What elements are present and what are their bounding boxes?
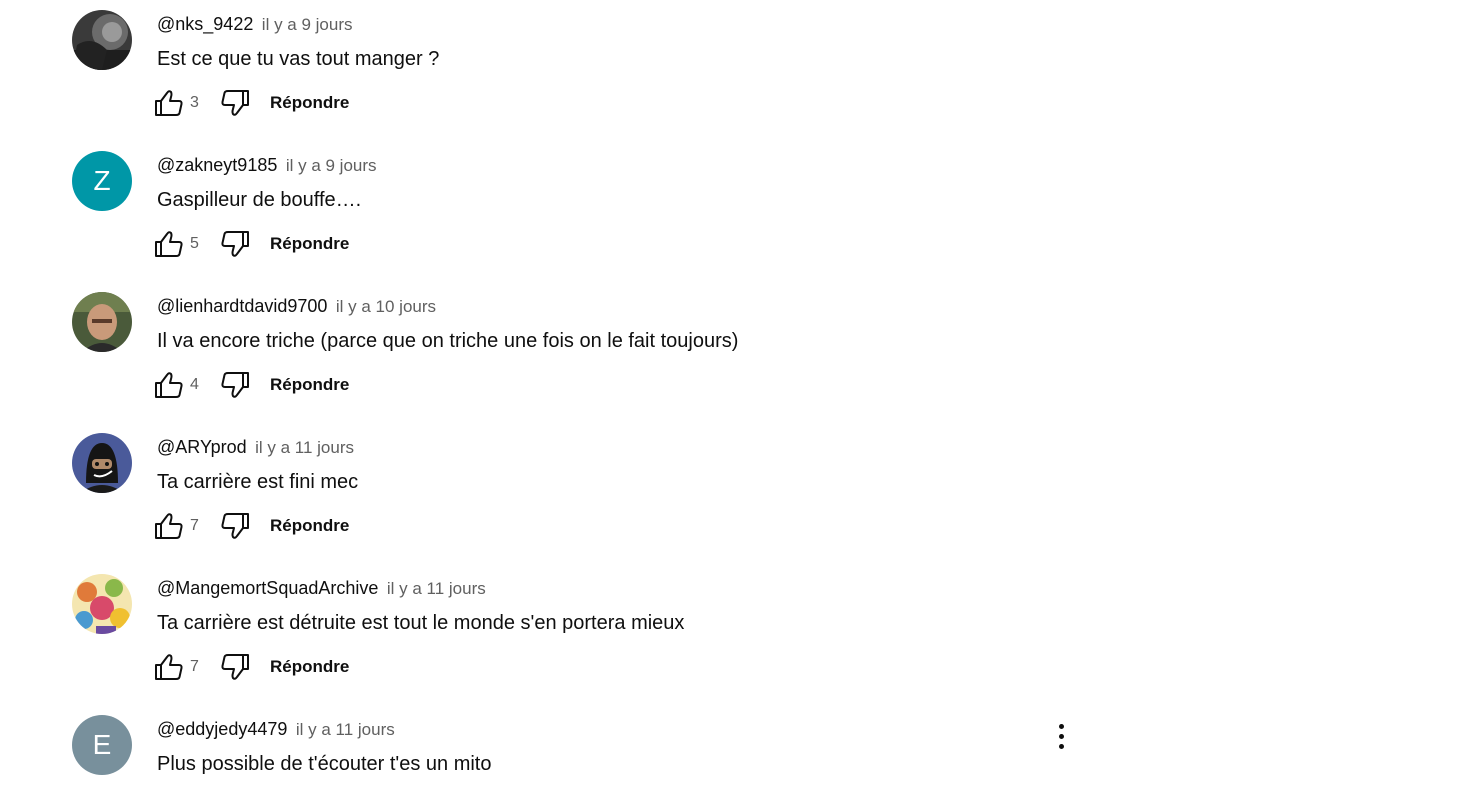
comment-time[interactable]: il y a 10 jours — [336, 297, 436, 316]
comment-actions: 4 Répondre — [152, 368, 349, 402]
comment-text: Il va encore triche (parce que on triche… — [157, 330, 739, 352]
thumbs-down-icon — [221, 90, 249, 116]
dislike-button[interactable] — [218, 227, 252, 261]
avatar-photo — [72, 574, 132, 634]
comment-text: Plus possible de t'écouter t'es un mito — [157, 753, 492, 775]
comment-text: Ta carrière est détruite est tout le mon… — [157, 612, 685, 634]
thumbs-up-icon — [155, 372, 183, 398]
comment-thread: E @eddyjedy4479 il y a 11 jours Plus pos… — [72, 705, 1092, 787]
thumbs-down-icon — [221, 513, 249, 539]
comment-thread: @lienhardtdavid9700 il y a 10 jours Il v… — [72, 282, 1092, 423]
author-name[interactable]: @eddyjedy4479 — [157, 719, 287, 739]
comment-actions: 7 Répondre — [152, 509, 349, 543]
comment-header: @nks_9422 il y a 9 jours — [157, 12, 353, 38]
reply-button[interactable]: Répondre — [270, 93, 349, 113]
avatar-photo — [72, 292, 132, 352]
reply-button[interactable]: Répondre — [270, 234, 349, 254]
thumbs-up-icon — [155, 654, 183, 680]
comment-time[interactable]: il y a 11 jours — [296, 720, 395, 739]
comment-text: Ta carrière est fini mec — [157, 471, 359, 493]
comment-text: Gaspilleur de bouffe…. — [157, 189, 362, 211]
comment-time[interactable]: il y a 11 jours — [255, 438, 354, 457]
comment-text: Est ce que tu vas tout manger ? — [157, 48, 440, 70]
dislike-button[interactable] — [218, 86, 252, 120]
comment-time[interactable]: il y a 11 jours — [387, 579, 486, 598]
comment-header: @lienhardtdavid9700 il y a 10 jours — [157, 294, 436, 320]
dislike-button[interactable] — [218, 650, 252, 684]
like-count: 4 — [190, 376, 199, 393]
more-actions-icon[interactable] — [1047, 719, 1075, 753]
avatar-photo — [72, 10, 132, 70]
avatar[interactable]: E — [72, 715, 132, 775]
comment-header: @zakneyt9185 il y a 9 jours — [157, 153, 377, 179]
avatar-letter: E — [92, 729, 112, 760]
thumbs-down-icon — [221, 654, 249, 680]
comment-actions: 3 Répondre — [152, 86, 349, 120]
author-name[interactable]: @ARYprod — [157, 437, 247, 457]
avatar[interactable]: Z — [72, 151, 132, 211]
thumbs-up-icon — [155, 90, 183, 116]
dot — [1058, 733, 1064, 739]
like-button[interactable] — [152, 650, 186, 684]
avatar[interactable] — [72, 10, 132, 70]
author-name[interactable]: @zakneyt9185 — [157, 155, 277, 175]
comment-actions: 5 Répondre — [152, 227, 349, 261]
thumbs-up-icon — [155, 513, 183, 539]
comment-header: @ARYprod il y a 11 jours — [157, 435, 354, 461]
like-count: 3 — [190, 94, 199, 111]
comment-header: @MangemortSquadArchive il y a 11 jours — [157, 576, 486, 602]
avatar-photo — [72, 433, 132, 493]
comment-header: @eddyjedy4479 il y a 11 jours — [157, 717, 395, 743]
dot — [1058, 723, 1064, 729]
author-name[interactable]: @lienhardtdavid9700 — [157, 296, 327, 316]
avatar[interactable] — [72, 574, 132, 634]
thumbs-up-icon — [155, 231, 183, 257]
avatar-letter: Z — [93, 165, 111, 196]
thumbs-down-icon — [221, 372, 249, 398]
like-count: 5 — [190, 235, 199, 252]
like-button[interactable] — [152, 227, 186, 261]
thumbs-down-icon — [221, 231, 249, 257]
dislike-button[interactable] — [218, 368, 252, 402]
comment-thread: @nks_9422 il y a 9 jours Est ce que tu v… — [72, 0, 1092, 141]
like-button[interactable] — [152, 86, 186, 120]
avatar[interactable] — [72, 292, 132, 352]
like-count: 7 — [190, 658, 199, 675]
author-name[interactable]: @MangemortSquadArchive — [157, 578, 378, 598]
like-button[interactable] — [152, 368, 186, 402]
like-count: 7 — [190, 517, 199, 534]
comment-thread: Z @zakneyt9185 il y a 9 jours Gaspilleur… — [72, 141, 1092, 282]
comment-time[interactable]: il y a 9 jours — [286, 156, 377, 175]
avatar[interactable] — [72, 433, 132, 493]
comment-thread: @ARYprod il y a 11 jours Ta carrière est… — [72, 423, 1092, 564]
dot — [1058, 743, 1064, 749]
author-name[interactable]: @nks_9422 — [157, 14, 253, 34]
reply-button[interactable]: Répondre — [270, 657, 349, 677]
comment-thread: @MangemortSquadArchive il y a 11 jours T… — [72, 564, 1092, 705]
comment-actions: 7 Répondre — [152, 650, 349, 684]
reply-button[interactable]: Répondre — [270, 375, 349, 395]
reply-button[interactable]: Répondre — [270, 516, 349, 536]
like-button[interactable] — [152, 509, 186, 543]
comment-time[interactable]: il y a 9 jours — [262, 15, 353, 34]
dislike-button[interactable] — [218, 509, 252, 543]
